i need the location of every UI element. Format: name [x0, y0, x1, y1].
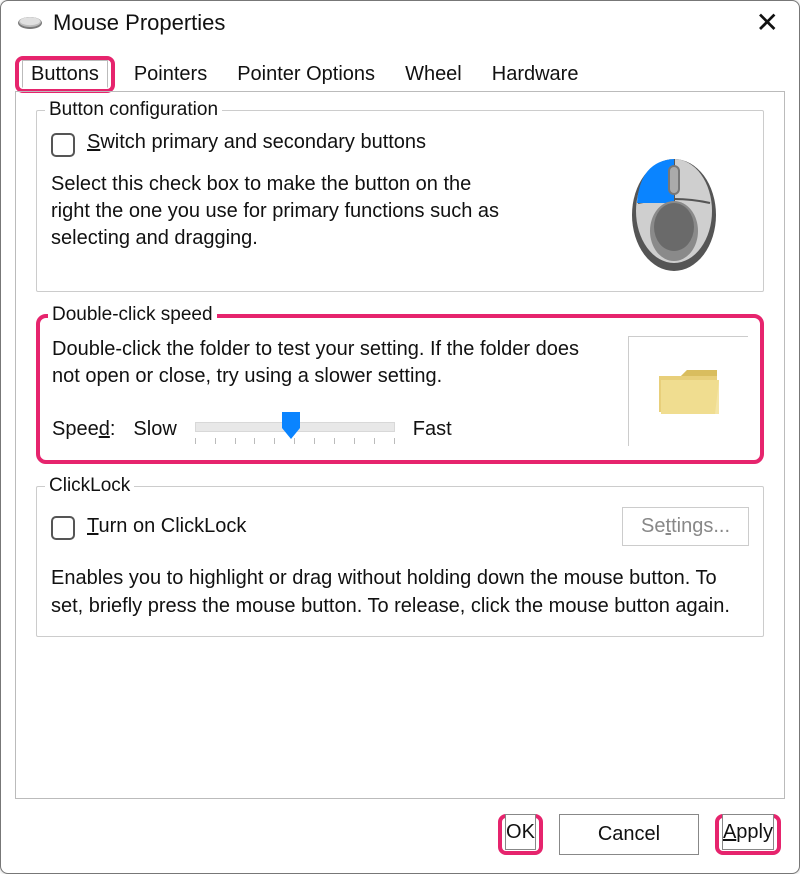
double-click-description: Double-click the folder to test your set…	[52, 336, 612, 390]
slider-thumb-icon[interactable]	[280, 412, 302, 440]
mouse-illustration	[599, 131, 749, 275]
group-legend-clicklock: ClickLock	[45, 475, 134, 497]
clicklock-settings-button: Settings...	[622, 507, 749, 546]
ok-button[interactable]: OK	[505, 814, 536, 850]
highlight-ok: OK	[498, 814, 543, 855]
button-config-description: Select this check box to make the button…	[51, 171, 511, 252]
speed-fast-label: Fast	[413, 418, 452, 441]
double-click-speed-slider[interactable]	[195, 412, 395, 446]
group-double-click-speed: Double-click speed Double-click the fold…	[36, 314, 764, 464]
tab-panel: Button configuration Switch primary and …	[15, 91, 785, 799]
highlight-apply: Apply	[715, 814, 781, 855]
checkbox-clicklock[interactable]	[51, 516, 75, 540]
tab-pointer-options[interactable]: Pointer Options	[222, 56, 390, 93]
double-click-test-folder[interactable]	[628, 336, 748, 446]
title-bar: Mouse Properties ✕	[1, 1, 799, 43]
tab-pointers[interactable]: Pointers	[119, 56, 222, 93]
tab-buttons[interactable]: Buttons	[22, 60, 108, 88]
checkbox-switch-buttons-label[interactable]: Switch primary and secondary buttons	[87, 131, 426, 154]
cancel-button[interactable]: Cancel	[559, 814, 699, 855]
group-legend-button-config: Button configuration	[45, 99, 222, 121]
group-clicklock: ClickLock Turn on ClickLock Settings... …	[36, 486, 764, 637]
apply-button[interactable]: Apply	[722, 814, 774, 850]
mouse-properties-window: Mouse Properties ✕ Buttons Pointers Poin…	[0, 0, 800, 874]
mouse-titlebar-icon	[17, 15, 43, 31]
checkbox-clicklock-label[interactable]: Turn on ClickLock	[87, 515, 246, 538]
group-button-configuration: Button configuration Switch primary and …	[36, 110, 764, 292]
speed-slow-label: Slow	[133, 418, 176, 441]
speed-label: Speed:	[52, 418, 115, 441]
tab-hardware[interactable]: Hardware	[477, 56, 594, 93]
close-button[interactable]: ✕	[750, 7, 785, 39]
tab-strip: Buttons Pointers Pointer Options Wheel H…	[11, 55, 789, 92]
group-legend-double-click: Double-click speed	[48, 304, 217, 326]
dialog-button-bar: OK Cancel Apply	[1, 800, 799, 873]
highlight-tab-buttons: Buttons	[15, 56, 115, 93]
checkbox-switch-buttons[interactable]	[51, 133, 75, 157]
tab-wheel[interactable]: Wheel	[390, 56, 477, 93]
folder-icon	[653, 362, 725, 422]
clicklock-description: Enables you to highlight or drag without…	[51, 564, 749, 620]
window-title: Mouse Properties	[53, 10, 225, 36]
